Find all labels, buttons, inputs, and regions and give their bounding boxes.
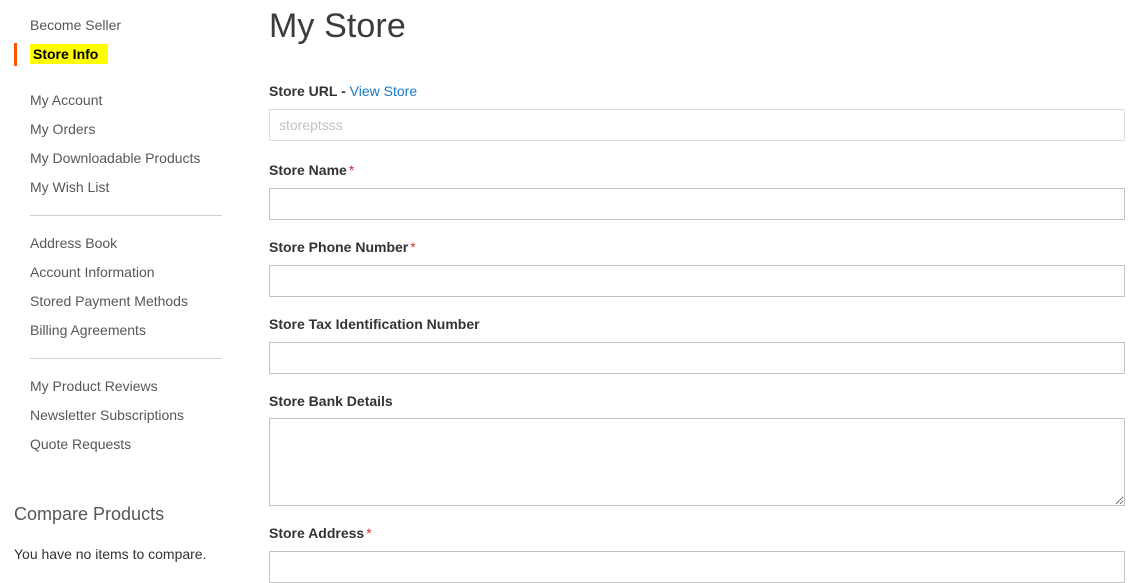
field-store-name-label-text: Store Name [269,162,347,179]
main-content: My Store Store URL - View Store Store Na… [262,0,1148,583]
current-item-marker [14,43,17,66]
field-store-phone-label-text: Store Phone Number [269,238,409,255]
sidebar-item-my-account[interactable]: My Account [0,86,262,115]
sidebar-gap-1 [0,69,262,86]
sidebar-item-my-orders-label[interactable]: My Orders [30,121,95,137]
field-store-url-label: Store URL - View Store [269,83,1125,100]
store-name-input[interactable] [269,187,1125,220]
sidebar-item-my-product-reviews[interactable]: My Product Reviews [0,372,262,401]
sidebar-item-store-info[interactable]: Store Info [0,40,262,69]
compare-products-empty-message: You have no items to compare. [14,545,207,562]
field-store-url-label-text: Store URL [269,83,338,100]
store-url-input [269,109,1125,142]
field-store-phone-label: Store Phone Number * [269,239,1125,256]
sidebar-item-my-product-reviews-label[interactable]: My Product Reviews [30,378,158,394]
compare-products-block: Compare Products You have no items to co… [0,504,262,564]
field-store-address-label-text: Store Address [269,525,365,542]
sidebar-item-my-wish-list[interactable]: My Wish List [0,173,262,202]
sidebar-item-become-seller-label[interactable]: Become Seller [30,17,121,33]
sidebar-item-stored-payment-methods-label[interactable]: Stored Payment Methods [30,293,188,309]
field-store-tax-id-label: Store Tax Identification Number [269,315,480,332]
required-marker: * [366,525,372,542]
sidebar-item-billing-agreements-label[interactable]: Billing Agreements [30,322,146,338]
sidebar-item-address-book-label[interactable]: Address Book [30,235,117,251]
sidebar-item-account-information-label[interactable]: Account Information [30,264,155,280]
sidebar-nav-group-3: Address Book Account Information Stored … [0,229,262,345]
field-store-url: Store URL - View Store [269,83,1125,142]
field-store-bank-details-label: Store Bank Details [269,392,393,409]
sidebar-item-become-seller[interactable]: Become Seller [0,11,262,40]
account-sidebar: Become Seller Store Info My Account My O… [0,0,262,562]
sidebar-item-my-account-label[interactable]: My Account [30,92,102,108]
field-store-tax-id: Store Tax Identification Number [269,316,1125,374]
sidebar-item-quote-requests[interactable]: Quote Requests [0,430,262,459]
page-root: Become Seller Store Info My Account My O… [0,0,1148,583]
field-store-address-label: Store Address * [269,525,1125,542]
sidebar-item-account-information[interactable]: Account Information [0,258,262,287]
store-bank-details-textarea[interactable] [269,418,1125,507]
sidebar-item-my-wish-list-label[interactable]: My Wish List [30,179,109,195]
field-store-url-label-separator: - [337,83,350,100]
sidebar-nav-group-1: Become Seller Store Info [0,11,262,69]
sidebar-item-my-downloadable-products[interactable]: My Downloadable Products [0,144,262,173]
sidebar-item-my-downloadable-products-label[interactable]: My Downloadable Products [30,150,200,166]
sidebar-item-stored-payment-methods[interactable]: Stored Payment Methods [0,287,262,316]
required-marker: * [348,162,355,179]
sidebar-divider-1 [30,215,222,216]
store-info-form: Store URL - View Store Store Name* Store… [269,83,1125,583]
sidebar-item-address-book[interactable]: Address Book [0,229,262,258]
field-store-bank-details: Store Bank Details [269,393,1125,507]
sidebar-item-store-info-label[interactable]: Store Info [30,44,109,64]
sidebar-nav-group-2: My Account My Orders My Downloadable Pro… [0,86,262,202]
sidebar-nav-group-4: My Product Reviews Newsletter Subscripti… [0,372,262,459]
sidebar-item-billing-agreements[interactable]: Billing Agreements [0,316,262,345]
sidebar-item-my-orders[interactable]: My Orders [0,115,262,144]
sidebar-divider-2 [30,358,222,359]
field-store-name-label: Store Name * [269,162,1125,179]
sidebar-item-newsletter-subscriptions[interactable]: Newsletter Subscriptions [0,401,262,430]
required-marker: * [410,238,416,255]
sidebar-item-newsletter-subscriptions-label[interactable]: Newsletter Subscriptions [30,407,184,423]
store-tax-id-input[interactable] [269,341,1125,374]
view-store-link[interactable]: View Store [350,83,417,99]
field-store-name: Store Name * [269,162,1125,220]
page-title: My Store [269,7,406,45]
sidebar-item-quote-requests-label[interactable]: Quote Requests [30,436,131,452]
compare-products-title: Compare Products [14,504,165,524]
store-phone-input[interactable] [269,264,1125,297]
field-store-phone: Store Phone Number * [269,239,1125,297]
field-store-address: Store Address * [269,525,1125,583]
store-address-input[interactable] [269,551,1125,583]
